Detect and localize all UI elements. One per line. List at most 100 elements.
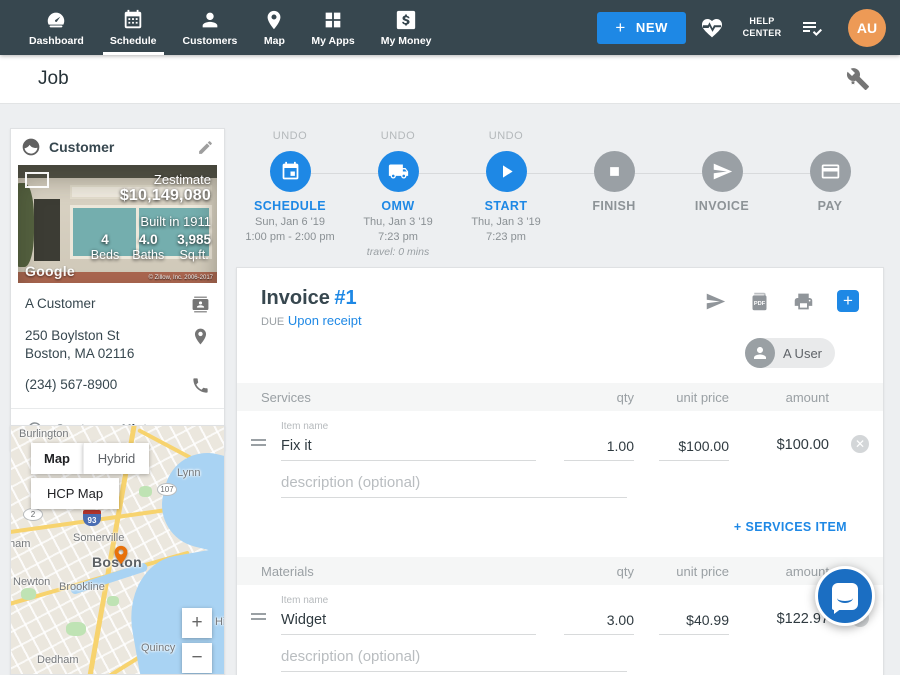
nav-label: Schedule (110, 35, 157, 47)
step-label: OMW (344, 199, 452, 213)
step-invoice: INVOICE (668, 130, 776, 260)
contact-card-icon[interactable] (191, 295, 210, 314)
help-center-link[interactable]: HELP CENTER (738, 16, 786, 39)
undo-start-button[interactable]: UNDO (452, 130, 560, 144)
stat-label: Beds (91, 248, 120, 262)
material-unit-price-input[interactable] (659, 609, 729, 635)
new-button[interactable]: + NEW (597, 12, 686, 44)
nav-item-my-money[interactable]: My Money (368, 0, 445, 55)
start-step-button[interactable] (486, 151, 527, 192)
assignee-chip[interactable]: A User (745, 338, 835, 368)
user-avatar[interactable]: AU (848, 9, 886, 47)
job-location-pin-icon[interactable] (110, 544, 132, 566)
nav-right: + NEW HELP CENTER AU (597, 0, 900, 55)
person-icon (751, 344, 769, 362)
undo-spacer (668, 130, 776, 144)
credit-card-icon (820, 161, 841, 182)
nav-item-map[interactable]: Map (250, 0, 298, 55)
map-widget[interactable]: Burlington Lynn Somerville ham Boston Ne… (10, 425, 225, 675)
delete-service-item-button[interactable]: ✕ (851, 435, 869, 453)
zoom-out-button[interactable]: − (182, 643, 212, 673)
service-description-input[interactable] (281, 471, 627, 498)
send-invoice-icon[interactable] (705, 291, 726, 312)
step-date-line2: 7:23 pm (378, 231, 418, 243)
new-button-label: NEW (636, 20, 668, 35)
services-section-header: Services qty unit price amount (237, 383, 883, 411)
schedule-icon (122, 9, 144, 31)
due-value-link[interactable]: Upon receipt (288, 313, 362, 328)
material-amount: $122.97 (729, 611, 829, 635)
zestimate-value: $10,149,080 (91, 187, 211, 205)
finish-step-button[interactable] (594, 151, 635, 192)
customer-name-row: A Customer (25, 295, 210, 314)
route-2-shield: 2 (23, 508, 43, 521)
nav-item-schedule[interactable]: Schedule (97, 0, 170, 55)
nav-item-dashboard[interactable]: Dashboard (16, 0, 97, 55)
step-start: UNDO START Thu, Jan 3 '197:23 pm (452, 130, 560, 260)
materials-section-header: Materials qty unit price amount (237, 557, 883, 585)
nav-item-customers[interactable]: Customers (170, 0, 251, 55)
phone-icon[interactable] (191, 376, 210, 395)
street-view-photo[interactable]: Zestimate $10,149,080 Built in 1911 4Bed… (18, 165, 217, 283)
item-name-label: Item name (281, 595, 536, 606)
page-title: Job (38, 68, 69, 90)
omw-step-button[interactable] (378, 151, 419, 192)
nav-item-my-apps[interactable]: My Apps (298, 0, 367, 55)
map-zoom-controls: + − (182, 608, 212, 673)
material-name-input[interactable] (281, 609, 536, 635)
step-label: FINISH (560, 199, 668, 213)
playlist-check-icon[interactable] (800, 16, 824, 40)
invoice-step-button[interactable] (702, 151, 743, 192)
zillow-copyright: © Zillow, Inc. 2006-2017 (149, 275, 213, 281)
drag-handle-icon[interactable] (251, 436, 273, 449)
map-label-newton: Newton (13, 576, 50, 588)
home-stats: 4Beds 4.0Baths 3,985Sq.ft. (91, 232, 211, 262)
streetview-frame-icon[interactable] (25, 172, 49, 188)
service-name-input[interactable] (281, 435, 536, 461)
hybrid-type-button[interactable]: Hybrid (83, 443, 149, 474)
undo-omw-button[interactable]: UNDO (344, 130, 452, 144)
col-qty: qty (564, 390, 634, 405)
service-qty-input[interactable] (564, 435, 634, 461)
travel-note: travel: 0 mins (367, 246, 429, 258)
job-settings-wrench-icon[interactable] (846, 67, 870, 91)
print-icon[interactable] (793, 291, 814, 312)
customer-address: 250 Boylston StBoston, MA 02116 (25, 327, 191, 363)
service-unit-price-input[interactable] (659, 435, 729, 461)
nav-label: My Money (381, 35, 432, 47)
pdf-icon[interactable]: PDF (749, 291, 770, 312)
invoice-header: Invoice #1 DUE Upon receipt PDF + A User (237, 268, 883, 368)
undo-spacer (776, 130, 884, 144)
material-description-input[interactable] (281, 645, 627, 672)
job-progress-pipeline: UNDO SCHEDULE Sun, Jan 6 '191:00 pm - 2:… (236, 130, 884, 260)
add-invoice-item-button[interactable]: + (837, 290, 859, 312)
add-services-item-link[interactable]: + SERVICES ITEM (734, 520, 847, 534)
park-area (139, 486, 152, 497)
invoice-card: Invoice #1 DUE Upon receipt PDF + A User (236, 267, 884, 675)
col-unit-price: unit price (634, 390, 729, 405)
step-label: SCHEDULE (236, 199, 344, 213)
drag-handle-icon[interactable] (251, 610, 273, 623)
customer-card: Customer Zestimate $10,149,080 Built in … (10, 128, 225, 451)
material-qty-input[interactable] (564, 609, 634, 635)
edit-pencil-icon[interactable] (197, 139, 214, 156)
zoom-in-button[interactable]: + (182, 608, 212, 638)
built-year: Built in 1911 (91, 214, 211, 229)
pay-step-button[interactable] (810, 151, 851, 192)
hcp-map-button[interactable]: HCP Map (31, 478, 119, 509)
nav-label: Dashboard (29, 35, 84, 47)
my-apps-icon (322, 9, 344, 31)
location-pin-icon[interactable] (191, 327, 210, 346)
undo-schedule-button[interactable]: UNDO (236, 130, 344, 144)
step-label: START (452, 199, 560, 213)
chat-fab-button[interactable] (815, 566, 875, 626)
step-pay: PAY (776, 130, 884, 260)
google-watermark: Google (25, 263, 75, 279)
schedule-step-button[interactable] (270, 151, 311, 192)
col-amount: amount (729, 564, 829, 579)
services-heading: Services (261, 390, 564, 405)
map-type-button[interactable]: Map (31, 443, 83, 474)
service-item-row: Item name $100.00 ✕ (237, 411, 883, 461)
i93-shield: 93 (83, 510, 101, 526)
health-heart-icon[interactable] (700, 16, 724, 40)
